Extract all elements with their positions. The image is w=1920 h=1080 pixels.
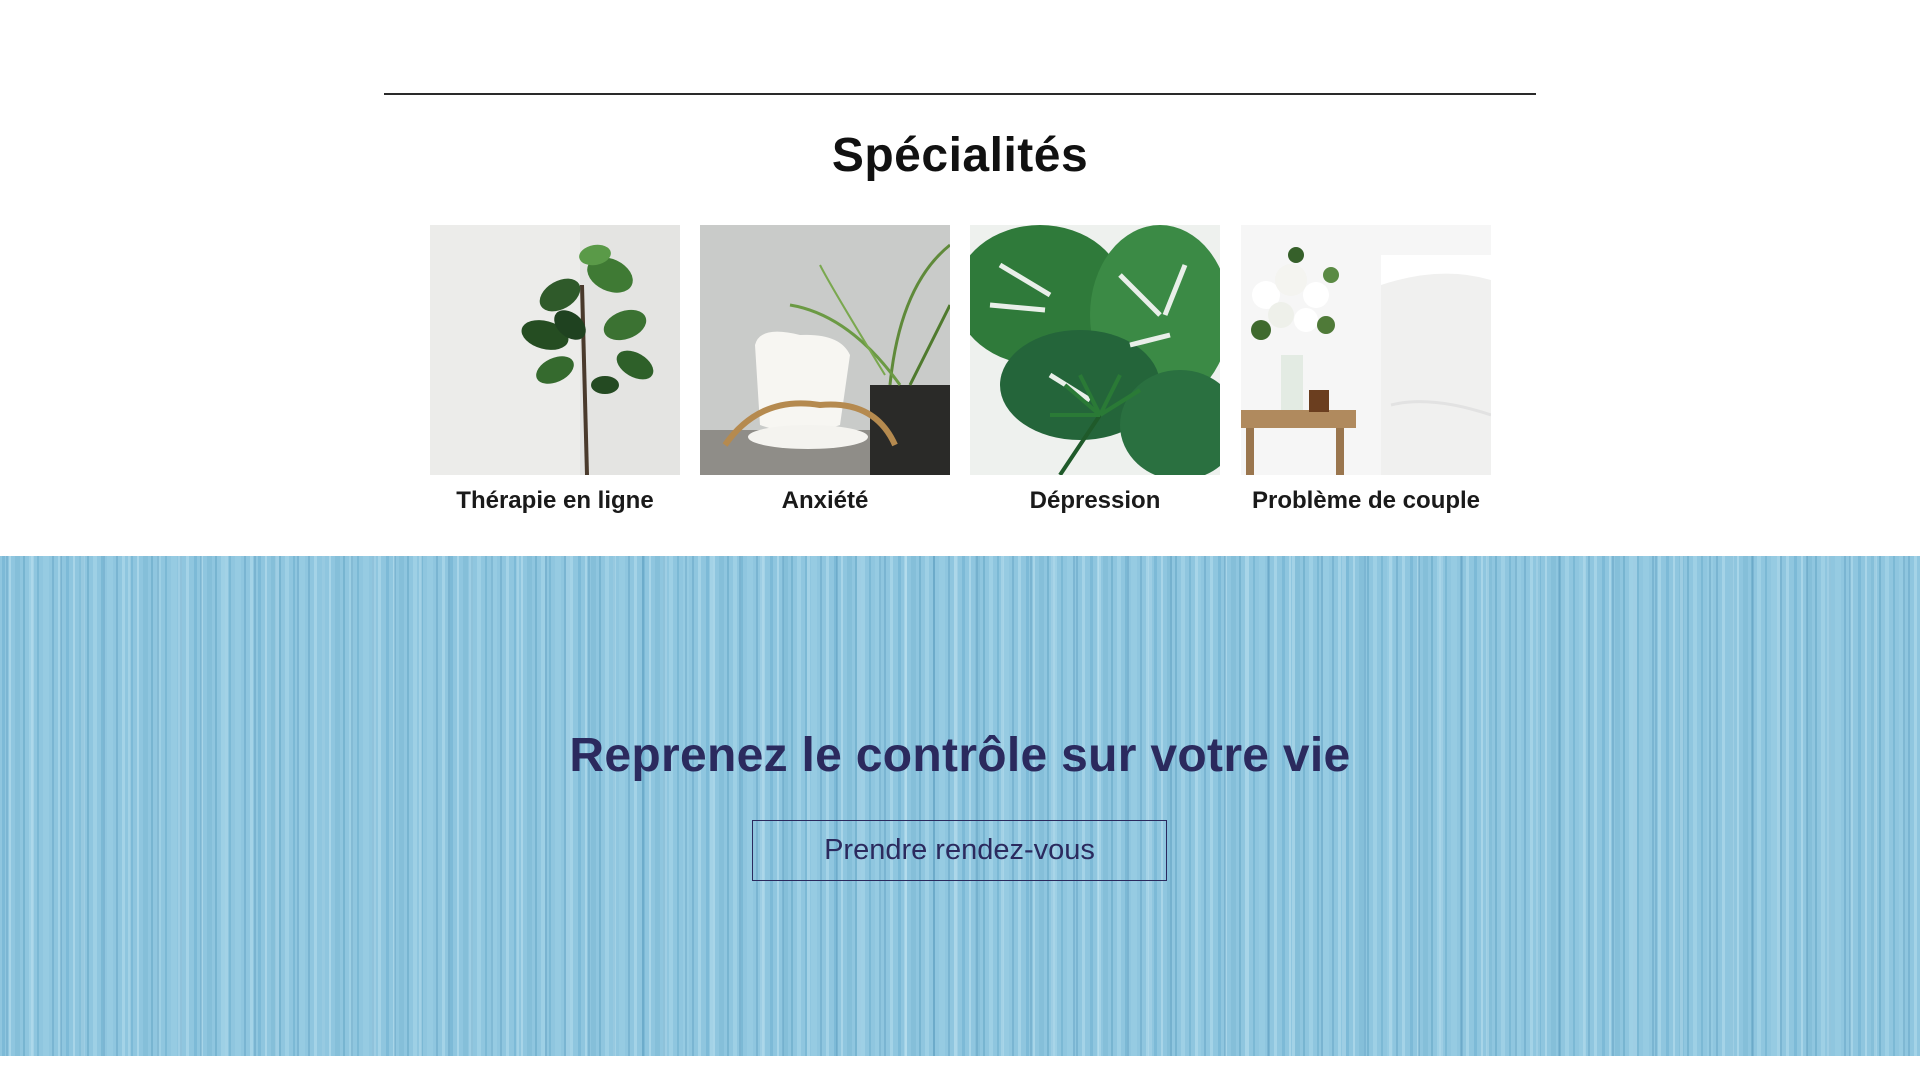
book-appointment-button[interactable]: Prendre rendez-vous [752,820,1167,881]
flowers-bedside-image[interactable] [1241,225,1491,475]
specialty-label: Problème de couple [1251,487,1481,514]
page: Spécialités Thérapie en ligne Anxiété Dé… [0,0,1920,1080]
white-chair-palm-image[interactable] [700,225,950,475]
monstera-leaves-image[interactable] [970,225,1220,475]
water-texture-background [0,556,1920,1056]
specialty-card-online-therapy[interactable]: Thérapie en ligne [430,225,680,515]
banner-title: Reprenez le contrôle sur votre vie [569,729,1351,782]
specialty-label: Anxiété [781,487,869,514]
specialty-card-depression[interactable]: Dépression [970,225,1220,515]
fiddle-leaf-plant-image[interactable] [430,225,680,475]
cta-banner: Reprenez le contrôle sur votre vie Prend… [0,556,1920,1056]
section-divider [384,93,1536,95]
specialties-title: Spécialités [831,129,1089,182]
specialty-card-anxiety[interactable]: Anxiété [700,225,950,515]
specialty-card-couple-problems[interactable]: Problème de couple [1241,225,1491,515]
specialties-grid: Thérapie en ligne Anxiété Dépression Pro… [430,225,1491,525]
specialty-label: Thérapie en ligne [456,487,654,514]
specialty-label: Dépression [1029,487,1161,514]
